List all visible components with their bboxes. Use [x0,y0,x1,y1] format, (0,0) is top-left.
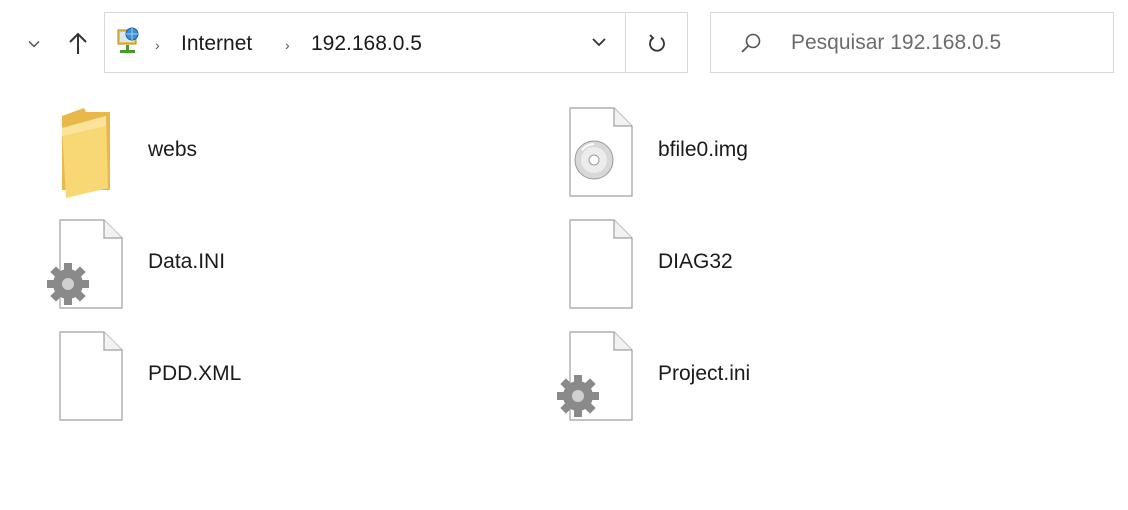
address-bar[interactable]: › Internet › 192.168.0.5 [104,12,626,73]
breadcrumb-ip-address[interactable]: 192.168.0.5 [311,32,422,56]
blank-file-icon [569,219,633,309]
breadcrumb-separator: › [155,37,160,53]
arrow-up-icon [69,32,87,54]
file-item-data-ini[interactable]: Data.INI [44,216,544,316]
file-name: Project.ini [658,362,751,385]
network-computer-icon [117,27,139,53]
file-item-webs[interactable]: webs [44,104,544,204]
address-dropdown-button[interactable] [591,35,611,51]
disc-image-file-icon [569,107,633,197]
breadcrumb-internet[interactable]: Internet [181,32,252,56]
file-item-bfile0[interactable]: bfile0.img [554,104,1054,204]
refresh-button[interactable] [626,12,688,73]
file-name: DIAG32 [658,250,733,273]
chevron-down-icon [28,40,40,48]
chevron-down-icon [592,38,606,47]
search-icon [741,33,761,53]
search-box[interactable] [710,12,1114,73]
file-name: PDD.XML [148,362,242,385]
folder-icon [62,108,110,198]
file-name: webs [148,138,198,161]
file-list: webs bfile0.img Data.INI DIAG32 PDD.XML … [0,88,1128,510]
settings-file-icon [47,219,123,309]
settings-file-icon [557,331,633,421]
breadcrumb-separator: › [285,37,290,53]
refresh-icon [648,33,665,52]
file-name: bfile0.img [658,138,748,161]
up-button[interactable] [60,26,96,62]
navigation-bar: › Internet › 192.168.0.5 [0,0,1128,88]
file-item-project-ini[interactable]: Project.ini [554,328,1054,428]
blank-file-icon [59,331,123,421]
search-input[interactable] [791,29,1101,57]
recent-locations-button[interactable] [24,32,44,56]
file-item-pdd-xml[interactable]: PDD.XML [44,328,544,428]
file-item-diag32[interactable]: DIAG32 [554,216,1054,316]
file-name: Data.INI [148,250,226,273]
